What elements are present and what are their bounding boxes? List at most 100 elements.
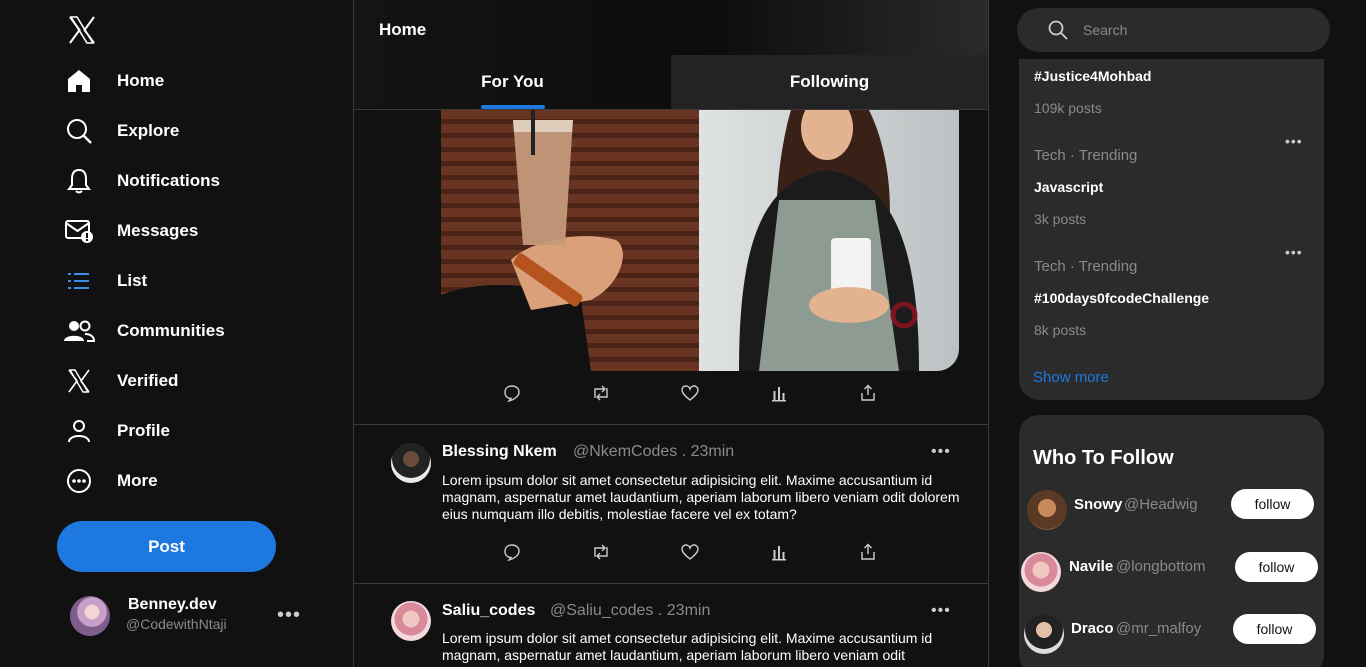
tweet-divider (354, 424, 988, 425)
avatar (70, 596, 110, 636)
follow-suggestion: Navile @longbottom follow (1019, 551, 1324, 593)
reply-icon[interactable] (500, 381, 524, 405)
nav-label: Explore (117, 121, 180, 140)
follow-suggestion: Draco @mr_malfoy follow (1019, 613, 1324, 655)
search-input[interactable] (1083, 22, 1303, 38)
suggestion-handle: @longbottom (1116, 558, 1206, 575)
trend-count: 109k posts (1034, 100, 1102, 116)
x-logo-icon[interactable] (66, 14, 98, 46)
nav-label: Messages (117, 221, 199, 240)
nav-label: Communities (117, 321, 225, 340)
nav-profile[interactable]: Profile (62, 409, 170, 453)
tab-for-you[interactable]: For You (354, 55, 671, 109)
tweet-author[interactable]: Blessing Nkem (442, 443, 557, 461)
nav-notifications[interactable]: Notifications (62, 159, 220, 203)
suggestion-handle: @Headwig (1124, 496, 1198, 513)
account-switcher[interactable]: Benney.dev @CodewithNtaji ••• (70, 596, 310, 640)
nav-messages[interactable]: Messages (62, 209, 198, 253)
analytics-icon[interactable] (767, 540, 791, 564)
nav-label: Home (117, 71, 165, 90)
mail-icon (62, 214, 96, 248)
tweet-handle-time: @Saliu_codes . 23min (550, 602, 710, 620)
trends-panel: #Justice4Mohbad 109k posts ••• Tech · Tr… (1019, 59, 1324, 400)
avatar[interactable] (1024, 614, 1064, 654)
tweet-time: . 23min (681, 443, 735, 460)
share-icon[interactable] (856, 381, 880, 405)
account-more-icon[interactable]: ••• (277, 604, 301, 627)
barista-photo (699, 110, 959, 371)
search-icon (62, 114, 96, 148)
follow-button[interactable]: follow (1233, 614, 1316, 644)
tab-label: Following (789, 72, 870, 91)
page-title: Home (379, 20, 427, 39)
iced-coffee-photo (441, 110, 699, 371)
account-name: Benney.dev (128, 596, 217, 613)
suggestion-name[interactable]: Draco (1071, 620, 1114, 637)
people-icon (62, 314, 96, 348)
nav-explore[interactable]: Explore (62, 109, 179, 153)
like-icon[interactable] (678, 540, 702, 564)
nav-label: List (117, 271, 148, 290)
analytics-icon[interactable] (767, 381, 791, 405)
tweet-handle-time: @NkemCodes . 23min (573, 443, 734, 461)
retweet-icon[interactable] (589, 540, 613, 564)
nav-more[interactable]: More (62, 459, 158, 503)
trend-count: 8k posts (1034, 322, 1087, 338)
more-circle-icon (62, 464, 96, 498)
nav-home[interactable]: Home (62, 59, 164, 103)
who-to-follow-title: Who To Follow (1033, 447, 1174, 469)
right-sidebar: #Justice4Mohbad 109k posts ••• Tech · Tr… (989, 0, 1366, 667)
home-icon (62, 64, 96, 98)
tab-following[interactable]: Following (671, 55, 988, 109)
nav-list[interactable]: List (62, 259, 147, 303)
trend-more-icon[interactable]: ••• (1285, 133, 1303, 149)
like-icon[interactable] (678, 381, 702, 405)
trend-count: 3k posts (1034, 211, 1087, 227)
reply-icon[interactable] (500, 540, 524, 564)
user-icon (62, 414, 96, 448)
avatar[interactable] (1021, 552, 1061, 592)
tweet-more-icon[interactable]: ••• (931, 602, 951, 620)
tweet-media[interactable] (441, 110, 959, 371)
follow-button[interactable]: follow (1235, 552, 1318, 582)
search-box[interactable] (1017, 8, 1330, 52)
trend-category: Tech · Trending (1034, 258, 1138, 275)
tweet-text: Lorem ipsum dolor sit amet consectetur a… (442, 472, 960, 522)
retweet-icon[interactable] (589, 381, 613, 405)
tweet-divider (354, 583, 988, 584)
tweet-author[interactable]: Saliu_codes (442, 602, 535, 620)
nav-label: More (117, 471, 158, 490)
account-handle: @CodewithNtaji (126, 616, 227, 632)
nav-verified[interactable]: Verified (62, 359, 178, 403)
tweet-handle: @Saliu_codes (550, 602, 654, 619)
suggestion-name[interactable]: Navile (1069, 558, 1113, 575)
bell-icon (62, 164, 96, 198)
trend-topic[interactable]: #Justice4Mohbad (1034, 68, 1151, 84)
avatar[interactable] (391, 443, 431, 483)
x-icon (62, 364, 96, 398)
tweet-actions (500, 381, 880, 405)
tweet-more-icon[interactable]: ••• (931, 443, 951, 461)
nav-label: Notifications (117, 171, 220, 190)
list-icon (62, 264, 96, 298)
suggestion-handle: @mr_malfoy (1116, 620, 1202, 637)
trend-more-icon[interactable]: ••• (1285, 244, 1303, 260)
active-tab-indicator (481, 105, 545, 109)
trend-topic[interactable]: Javascript (1034, 179, 1103, 195)
trend-topic[interactable]: #100days0fcodeChallenge (1034, 290, 1209, 306)
suggestion-name[interactable]: Snowy (1074, 496, 1122, 513)
avatar[interactable] (1027, 490, 1067, 530)
main-feed: Home For You Following Blessing Nkem @Nk… (353, 0, 989, 667)
search-icon (1048, 20, 1068, 40)
post-button[interactable]: Post (57, 521, 276, 572)
follow-button[interactable]: follow (1231, 489, 1314, 519)
share-icon[interactable] (856, 540, 880, 564)
tweet-text: Lorem ipsum dolor sit amet consectetur a… (442, 630, 933, 663)
trend-category: Tech · Trending (1034, 147, 1138, 164)
avatar[interactable] (391, 601, 431, 641)
left-sidebar: Home Explore Notifications Messages List… (0, 0, 353, 667)
tweet-handle: @NkemCodes (573, 443, 678, 460)
nav-communities[interactable]: Communities (62, 309, 225, 353)
nav-label: Verified (117, 371, 179, 390)
show-more-link[interactable]: Show more (1033, 369, 1109, 386)
